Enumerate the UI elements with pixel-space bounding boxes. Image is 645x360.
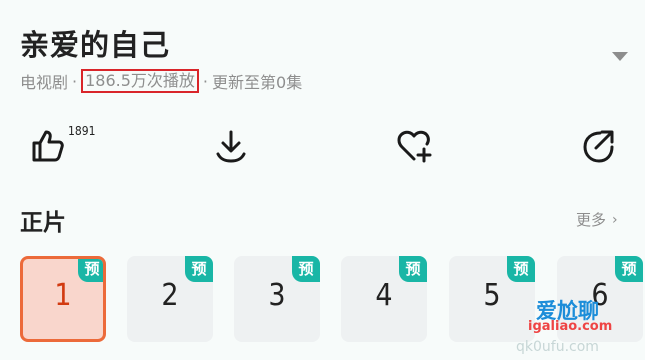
episode-item[interactable]: 5 预 [449, 256, 535, 342]
episode-number: 4 [375, 278, 393, 313]
episode-list: 1 预 2 预 3 预 4 预 5 预 6 预 [20, 256, 645, 360]
play-count: 186.5万次播放 [81, 69, 199, 93]
like-button[interactable] [30, 128, 66, 164]
separator-dot: · [202, 71, 209, 91]
episode-item[interactable]: 6 预 [557, 256, 643, 342]
episode-number: 3 [268, 278, 286, 313]
show-title: 亲爱的自己 [20, 28, 171, 62]
episode-number: 1 [54, 278, 72, 313]
update-status: 更新至第0集 [212, 73, 303, 92]
preview-badge: 预 [399, 256, 427, 282]
episode-number: 6 [591, 278, 609, 313]
download-icon [216, 130, 246, 163]
chevron-right-icon: › [612, 211, 618, 228]
heart-plus-icon [397, 130, 432, 163]
preview-badge: 预 [78, 259, 103, 282]
download-button[interactable] [213, 128, 249, 164]
thumbs-up-icon [32, 130, 64, 162]
more-label: 更多 [576, 211, 607, 229]
preview-badge: 预 [292, 256, 320, 282]
episode-item[interactable]: 1 预 [20, 256, 106, 342]
episode-number: 5 [483, 278, 501, 313]
episode-number: 2 [161, 278, 179, 313]
preview-badge: 预 [507, 256, 535, 282]
section-title: 正片 [20, 210, 66, 236]
episode-item[interactable]: 4 预 [341, 256, 427, 342]
episode-item[interactable]: 3 预 [234, 256, 320, 342]
category-label: 电视剧 [20, 73, 69, 92]
favorite-button[interactable] [396, 128, 432, 164]
preview-badge: 预 [185, 256, 213, 282]
show-meta: 电视剧 · 186.5万次播放 · 更新至第0集 [20, 69, 302, 93]
like-count: 1891 [68, 124, 96, 138]
share-button[interactable] [580, 128, 616, 164]
episode-item[interactable]: 2 预 [127, 256, 213, 342]
more-button[interactable]: 更多 › [576, 209, 618, 230]
separator-dot: · [72, 71, 78, 91]
preview-badge: 预 [615, 256, 643, 282]
collapse-arrow-icon[interactable] [612, 52, 628, 61]
share-icon [583, 130, 614, 163]
